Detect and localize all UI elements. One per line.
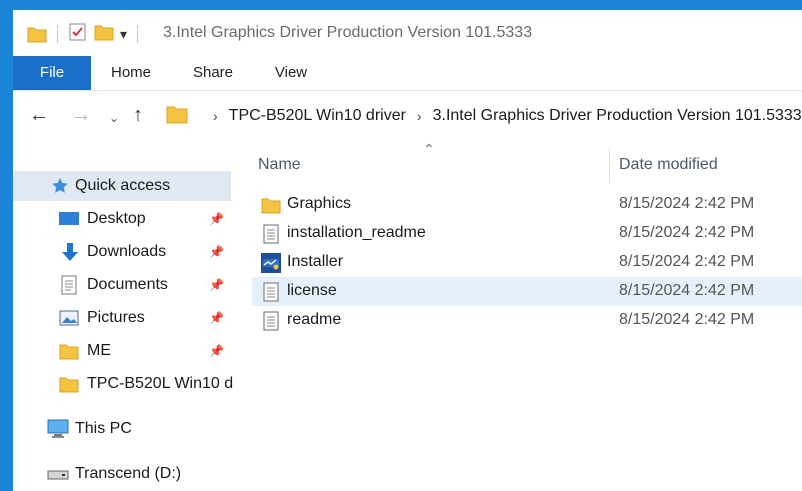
document-icon [61,275,77,295]
file-name: license [287,282,337,299]
new-folder-icon[interactable] [94,23,114,46]
folder-icon [261,194,281,216]
pin-icon[interactable]: 📌 [209,344,224,358]
text-file-icon [261,310,281,332]
file-date-modified: 8/15/2024 2:42 PM [619,253,755,270]
up-arrow-icon[interactable]: ↑ [133,105,143,125]
pin-icon[interactable]: 📌 [209,245,224,259]
drive-icon [47,467,69,481]
qat-separator [137,25,139,43]
computer-icon [47,419,69,439]
folder-icon [166,104,188,129]
forward-arrow-icon[interactable]: → [71,105,91,125]
folder-icon [59,375,79,393]
file-date-modified: 8/15/2024 2:42 PM [619,224,755,241]
address-row: ← → ⌄ ↑ › TPC-B520L Win10 driver › 3.Int… [13,91,802,141]
file-row-readme[interactable]: readme 8/15/2024 2:42 PM [252,306,802,335]
nav-item-label: Desktop [87,210,146,227]
nav-item-label: Pictures [87,309,145,326]
breadcrumb-chevron-icon[interactable]: › [417,108,422,124]
file-date-modified: 8/15/2024 2:42 PM [619,195,755,212]
pin-icon[interactable]: 📌 [209,278,224,292]
column-divider[interactable] [609,149,610,183]
file-date-modified: 8/15/2024 2:42 PM [619,282,755,299]
file-date-modified: 8/15/2024 2:42 PM [619,311,755,328]
breadcrumb-item[interactable]: TPC-B520L Win10 driver [229,107,406,125]
file-list: ⌃ Name Date modified Graphics 8/15/2024 … [233,141,802,491]
star-icon [51,177,69,195]
sort-ascending-caret-icon: ⌃ [423,141,435,157]
title-bar: ▾ 3.Intel Graphics Driver Production Ver… [13,10,802,56]
text-file-icon [261,223,281,245]
back-arrow-icon[interactable]: ← [29,105,49,125]
folder-icon [27,25,47,43]
qat-separator [57,25,58,43]
file-name: readme [287,311,342,328]
nav-item-label: Documents [87,276,168,293]
file-row-license[interactable]: license 8/15/2024 2:42 PM [252,277,802,306]
nav-item-label: ME [87,342,111,359]
recent-locations-chevron-icon[interactable]: ⌄ [109,108,119,128]
tab-home[interactable]: Home [101,56,161,90]
nav-item-tpc-b520l[interactable]: TPC-B520L Win10 d [13,369,234,399]
address-bar[interactable]: › TPC-B520L Win10 driver › 3.Intel Graph… [166,103,802,129]
nav-item-pictures[interactable]: Pictures 📌 [13,303,231,333]
nav-item-this-pc[interactable]: This PC [13,414,231,444]
pin-icon[interactable]: 📌 [209,311,224,325]
window-frame-top [0,0,802,10]
breadcrumb-chevron-icon[interactable]: › [213,108,218,124]
text-file-icon [261,281,281,303]
file-name: Graphics [287,195,352,212]
download-icon [61,242,79,262]
quick-access-toolbar: ▾ [27,23,142,45]
ribbon-tabs: File Home Share View [13,56,802,91]
nav-item-label: Downloads [87,243,167,260]
file-row-graphics[interactable]: Graphics 8/15/2024 2:42 PM [252,190,802,219]
nav-item-desktop[interactable]: Desktop 📌 [13,204,231,234]
desktop-icon [59,211,79,227]
nav-item-label: TPC-B520L Win10 d [87,375,234,392]
tab-view[interactable]: View [261,56,321,90]
file-row-installer[interactable]: Installer 8/15/2024 2:42 PM [252,248,802,277]
nav-item-downloads[interactable]: Downloads 📌 [13,237,231,267]
nav-item-label: This PC [75,420,132,437]
nav-item-transcend[interactable]: Transcend (D:) [13,459,231,489]
file-row-installation-readme[interactable]: installation_readme 8/15/2024 2:42 PM [252,219,802,248]
customize-qat-dropdown[interactable]: ▾ [120,26,127,43]
tab-share[interactable]: Share [183,56,243,90]
properties-icon[interactable] [68,22,88,47]
intel-installer-icon [261,252,281,274]
pin-icon[interactable]: 📌 [209,212,224,226]
file-name: installation_readme [287,224,426,241]
nav-item-me[interactable]: ME 📌 [13,336,231,366]
breadcrumb-item-current[interactable]: 3.Intel Graphics Driver Production Versi… [433,107,802,125]
folder-icon [59,342,79,360]
tab-file[interactable]: File [13,56,91,90]
file-name: Installer [287,253,344,270]
window-title: 3.Intel Graphics Driver Production Versi… [163,24,533,41]
window-frame-left [0,0,13,491]
navigation-pane: Quick access Desktop 📌 Downloads 📌 Docum… [13,141,234,491]
nav-item-quick-access[interactable]: Quick access [13,171,231,201]
pictures-icon [59,310,79,326]
nav-item-documents[interactable]: Documents 📌 [13,270,231,300]
nav-item-label: Transcend (D:) [75,465,182,482]
nav-item-label: Quick access [75,177,171,194]
